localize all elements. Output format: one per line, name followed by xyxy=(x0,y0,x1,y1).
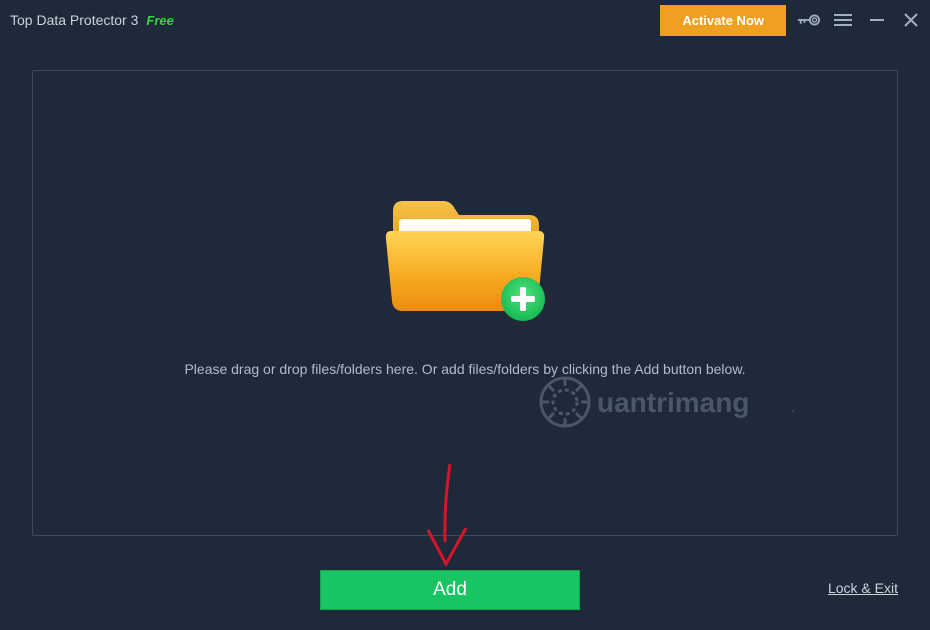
drop-instruction: Please drag or drop files/folders here. … xyxy=(184,361,745,377)
key-icon[interactable] xyxy=(798,9,820,31)
app-badge: Free xyxy=(146,13,173,28)
folder-add-icon xyxy=(385,189,545,319)
close-icon[interactable] xyxy=(900,9,922,31)
minimize-icon[interactable] xyxy=(866,9,888,31)
lock-exit-link[interactable]: Lock & Exit xyxy=(828,580,898,596)
titlebar-right: Activate Now xyxy=(660,0,922,40)
activate-button[interactable]: Activate Now xyxy=(660,5,786,36)
add-button[interactable]: Add xyxy=(320,570,580,610)
drop-panel[interactable]: Please drag or drop files/folders here. … xyxy=(32,70,898,536)
footer: Add Lock & Exit xyxy=(0,570,930,610)
menu-icon[interactable] xyxy=(832,9,854,31)
app-title: Top Data Protector 3 xyxy=(10,12,138,28)
titlebar: Top Data Protector 3 Free Activate Now xyxy=(0,0,930,40)
